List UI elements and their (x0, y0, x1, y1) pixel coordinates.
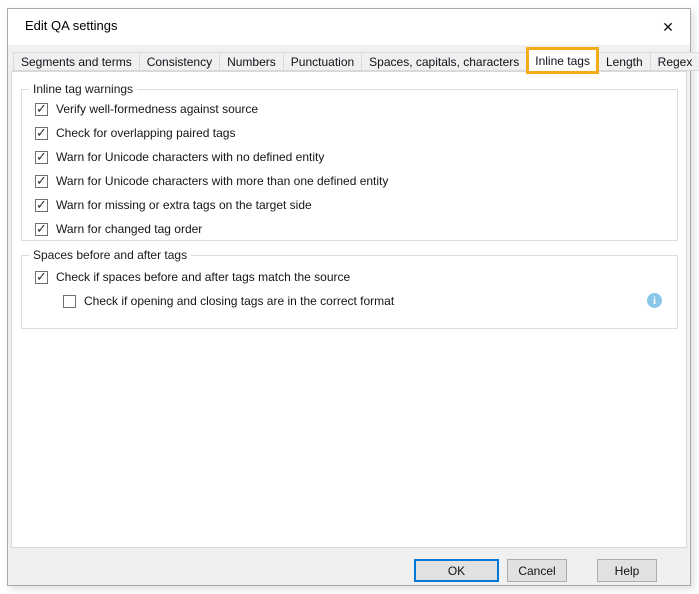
tab-label: Regex (658, 55, 693, 69)
help-button[interactable]: Help (597, 559, 657, 582)
checkbox-row-missing-extra-tags[interactable]: Warn for missing or extra tags on the ta… (22, 193, 677, 217)
checkbox-row-opening-closing-format[interactable]: Check if opening and closing tags are in… (22, 289, 677, 313)
checkbox-label: Check if spaces before and after tags ma… (56, 270, 350, 284)
group-legend: Spaces before and after tags (29, 248, 191, 262)
checkbox-label: Check if opening and closing tags are in… (84, 294, 394, 308)
tab-numbers[interactable]: Numbers (219, 52, 284, 71)
tab-length[interactable]: Length (598, 52, 651, 71)
tab-regex[interactable]: Regex (650, 52, 699, 71)
checkbox-label: Warn for Unicode characters with more th… (56, 174, 388, 188)
checkbox[interactable] (63, 295, 76, 308)
tab-consistency[interactable]: Consistency (139, 52, 220, 71)
checkbox-label: Check for overlapping paired tags (56, 126, 235, 140)
checkbox-label: Warn for changed tag order (56, 222, 202, 236)
tab-punctuation[interactable]: Punctuation (283, 52, 362, 71)
screen: Edit QA settings ✕ Segments and terms Co… (0, 0, 699, 594)
inline-tag-warnings-group: Inline tag warnings Verify well-formedne… (21, 89, 678, 241)
checkbox[interactable] (35, 151, 48, 164)
checkbox-label: Verify well-formedness against source (56, 102, 258, 116)
checkbox-row-changed-tag-order[interactable]: Warn for changed tag order (22, 217, 677, 241)
tab-inline-tags[interactable]: Inline tags (526, 47, 599, 74)
tab-label: Spaces, capitals, characters (369, 55, 519, 69)
checkbox-row-unicode-multiple-entities[interactable]: Warn for Unicode characters with more th… (22, 169, 677, 193)
spaces-before-after-tags-group: Spaces before and after tags Check if sp… (21, 255, 678, 329)
info-icon[interactable]: i (647, 293, 662, 308)
tab-label: Consistency (147, 55, 212, 69)
tab-strip: Segments and terms Consistency Numbers P… (13, 52, 685, 71)
dialog-title: Edit QA settings (25, 18, 118, 33)
edit-qa-settings-dialog: Edit QA settings ✕ Segments and terms Co… (7, 8, 691, 586)
tab-label: Length (606, 55, 643, 69)
inline-tags-tab-page: Inline tag warnings Verify well-formedne… (11, 71, 687, 548)
tab-label: Numbers (227, 55, 276, 69)
tab-label: Punctuation (291, 55, 354, 69)
checkbox[interactable] (35, 271, 48, 284)
checkbox-row-overlapping-paired-tags[interactable]: Check for overlapping paired tags (22, 121, 677, 145)
checkbox[interactable] (35, 103, 48, 116)
titlebar: Edit QA settings ✕ (8, 9, 690, 45)
group-legend: Inline tag warnings (29, 82, 137, 96)
checkbox-label: Warn for Unicode characters with no defi… (56, 150, 324, 164)
tab-label: Segments and terms (21, 55, 132, 69)
checkbox[interactable] (35, 223, 48, 236)
close-button[interactable]: ✕ (655, 15, 681, 39)
tab-label: Inline tags (535, 54, 590, 68)
checkbox-row-verify-well-formedness[interactable]: Verify well-formedness against source (22, 97, 677, 121)
cancel-button[interactable]: Cancel (507, 559, 567, 582)
tab-spaces-capitals-characters[interactable]: Spaces, capitals, characters (361, 52, 527, 71)
checkbox-row-unicode-no-entity[interactable]: Warn for Unicode characters with no defi… (22, 145, 677, 169)
checkbox[interactable] (35, 199, 48, 212)
ok-button[interactable]: OK (414, 559, 499, 582)
checkbox[interactable] (35, 127, 48, 140)
tab-segments-and-terms[interactable]: Segments and terms (13, 52, 140, 71)
close-icon: ✕ (662, 19, 674, 36)
checkbox-label: Warn for missing or extra tags on the ta… (56, 198, 312, 212)
footer: OK Cancel Help (8, 548, 690, 585)
checkbox-row-spaces-match-source[interactable]: Check if spaces before and after tags ma… (22, 265, 677, 289)
checkbox[interactable] (35, 175, 48, 188)
